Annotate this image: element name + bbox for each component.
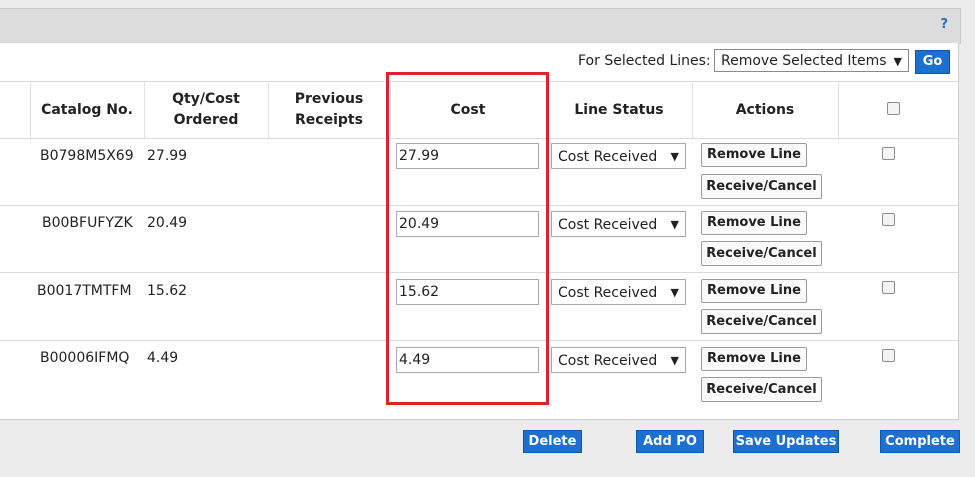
- qty-cost-ordered: 27.99: [147, 148, 188, 164]
- header-bottom-divider: [0, 138, 958, 139]
- row-divider: [0, 340, 958, 341]
- col-header-catalog[interactable]: Catalog No.: [30, 82, 144, 138]
- col-divider: [144, 82, 145, 138]
- row-select-checkbox[interactable]: [882, 147, 895, 160]
- col-header-status[interactable]: Line Status: [546, 82, 692, 138]
- catalog-no: B00006IFMQ: [40, 350, 130, 366]
- remove-line-button[interactable]: Remove Line: [701, 347, 807, 371]
- remove-line-button[interactable]: Remove Line: [701, 279, 807, 303]
- section-header-bar: ?: [0, 8, 961, 44]
- complete-button[interactable]: Complete: [880, 430, 960, 453]
- row-select-checkbox[interactable]: [882, 213, 895, 226]
- col-header-qty[interactable]: Qty/Cost Ordered: [144, 82, 268, 138]
- line-status-select[interactable]: Cost Received ▼: [551, 211, 686, 237]
- go-button[interactable]: Go: [915, 50, 950, 74]
- line-status-select[interactable]: Cost Received ▼: [551, 143, 686, 169]
- catalog-no: B0798M5X69: [40, 148, 134, 164]
- line-status-value: Cost Received: [558, 353, 658, 369]
- save-updates-button[interactable]: Save Updates: [733, 430, 839, 453]
- chevron-down-icon: ▼: [670, 286, 679, 299]
- catalog-no: B0017TMTFM: [37, 283, 132, 299]
- qty-cost-ordered: 20.49: [147, 215, 188, 231]
- row-select-checkbox[interactable]: [882, 349, 895, 362]
- qty-cost-ordered: 4.49: [147, 350, 179, 366]
- row-select-checkbox[interactable]: [882, 281, 895, 294]
- chevron-down-icon: ▼: [670, 218, 679, 231]
- col-header-actions: Actions: [735, 101, 795, 118]
- receive-cancel-button[interactable]: Receive/Cancel: [701, 309, 822, 334]
- delete-button[interactable]: Delete: [523, 430, 582, 453]
- line-status-value: Cost Received: [558, 149, 658, 165]
- cost-input[interactable]: 27.99: [396, 143, 539, 169]
- chevron-down-icon: ▼: [893, 55, 902, 68]
- help-link[interactable]: ?: [940, 17, 948, 32]
- chevron-down-icon: ▼: [670, 354, 679, 367]
- col-header-receipts[interactable]: Previous Receipts: [268, 82, 390, 138]
- chevron-down-icon: ▼: [670, 150, 679, 163]
- col-header-cost[interactable]: Cost: [390, 82, 546, 138]
- receive-cancel-button[interactable]: Receive/Cancel: [701, 241, 822, 266]
- catalog-no: B00BFUFYZK: [42, 215, 133, 231]
- bulk-action-select[interactable]: Remove Selected Items ▼: [714, 49, 909, 72]
- col-divider: [30, 82, 31, 138]
- remove-line-button[interactable]: Remove Line: [701, 211, 807, 235]
- line-status-select[interactable]: Cost Received ▼: [551, 279, 686, 305]
- add-po-button[interactable]: Add PO: [636, 430, 704, 453]
- cost-input[interactable]: 20.49: [396, 211, 539, 237]
- col-divider: [546, 82, 547, 138]
- receive-cancel-button[interactable]: Receive/Cancel: [701, 377, 822, 402]
- select-all-checkbox[interactable]: [887, 102, 900, 115]
- receive-cancel-button[interactable]: Receive/Cancel: [701, 174, 822, 199]
- line-status-value: Cost Received: [558, 217, 658, 233]
- line-status-value: Cost Received: [558, 285, 658, 301]
- line-status-select[interactable]: Cost Received ▼: [551, 347, 686, 373]
- col-divider: [692, 82, 693, 138]
- cost-input[interactable]: 4.49: [396, 347, 539, 373]
- bulk-action-value: Remove Selected Items: [721, 53, 887, 69]
- row-divider: [0, 205, 958, 206]
- col-divider: [390, 82, 391, 138]
- cost-input[interactable]: 15.62: [396, 279, 539, 305]
- bulk-action-label: For Selected Lines:: [578, 53, 711, 69]
- qty-cost-ordered: 15.62: [147, 283, 188, 299]
- row-divider: [0, 272, 958, 273]
- remove-line-button[interactable]: Remove Line: [701, 143, 807, 167]
- col-divider: [268, 82, 269, 138]
- col-divider: [838, 82, 839, 138]
